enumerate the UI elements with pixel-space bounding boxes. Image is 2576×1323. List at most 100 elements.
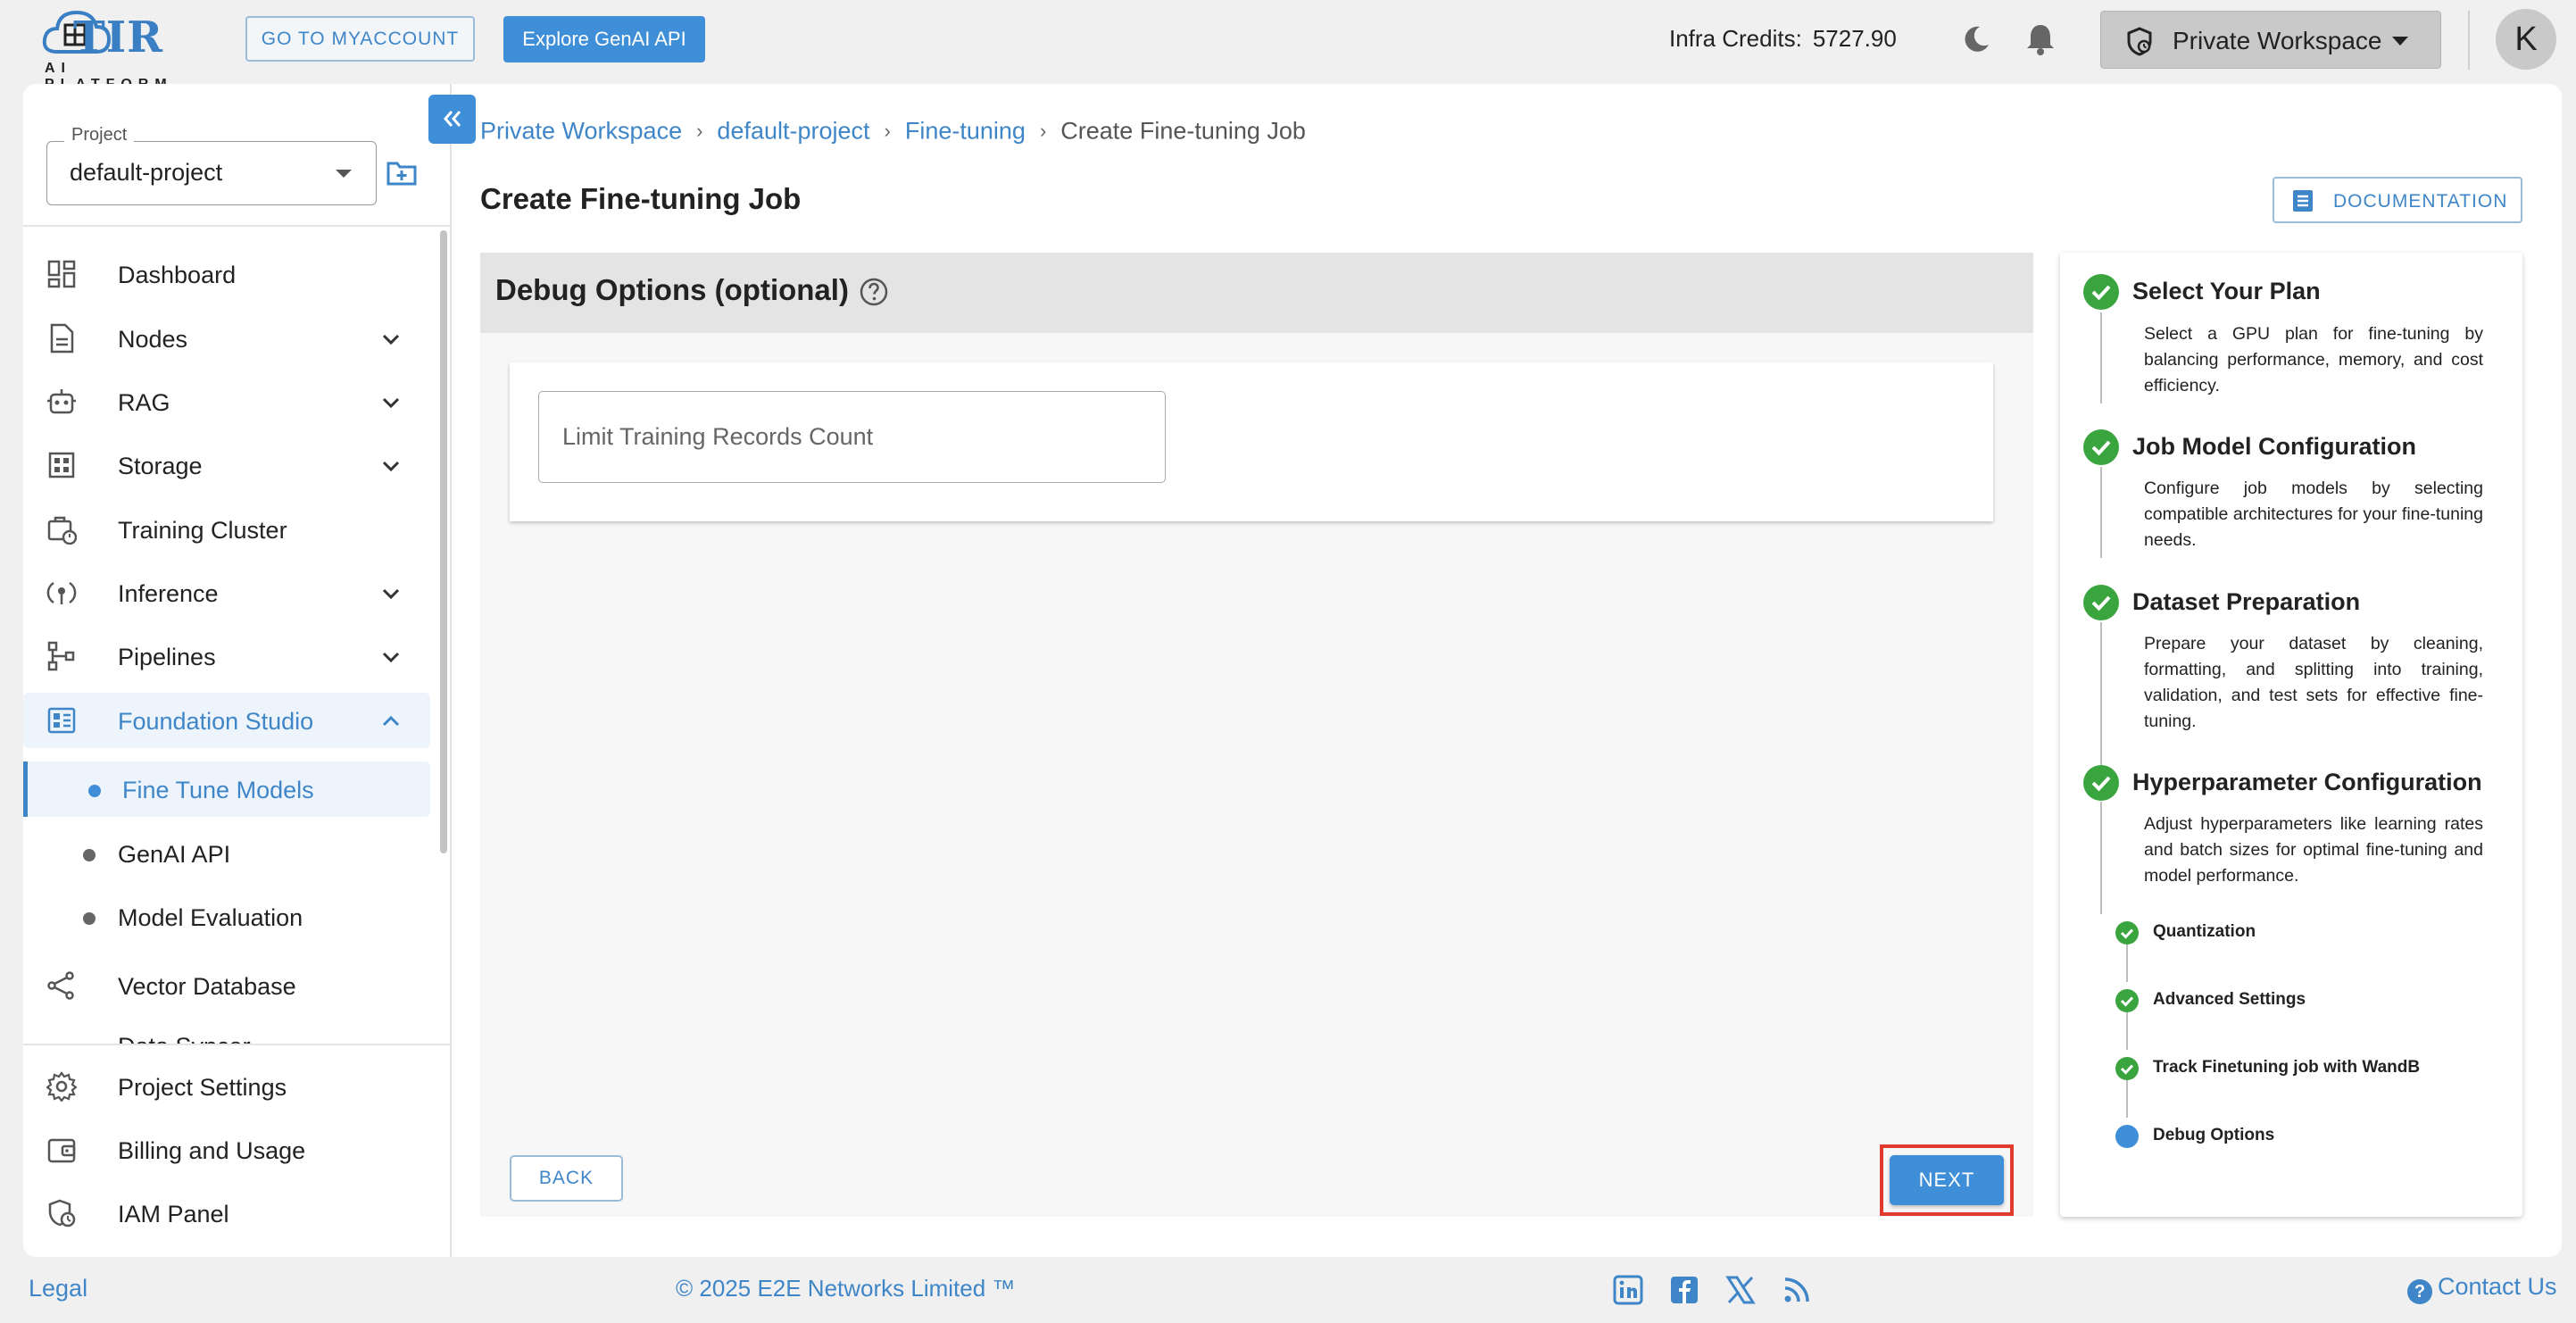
sidebar-item-data-syncer[interactable]: Data Syncer	[23, 1027, 430, 1044]
workspace-icon	[2127, 27, 2152, 56]
back-button[interactable]: BACK	[510, 1155, 623, 1202]
step-complete-icon	[2083, 429, 2119, 465]
sidebar-subitem-label: Model Evaluation	[118, 904, 303, 931]
credits-label: Infra Credits:	[1669, 25, 1802, 52]
wallet-icon	[47, 1138, 76, 1163]
step-complete-icon	[2083, 585, 2119, 620]
stepper-connector	[2100, 622, 2102, 765]
sidebar-item-label: Vector Database	[118, 973, 296, 1000]
bullet-icon	[83, 849, 96, 861]
limit-training-records-input[interactable]	[538, 391, 1166, 483]
stepper-connector	[2126, 944, 2128, 982]
moon-icon[interactable]	[1960, 23, 1992, 55]
substep-label: Debug Options	[2153, 1126, 2275, 1144]
substep-current-icon	[2115, 1125, 2139, 1148]
sidebar-item-billing-and-usage[interactable]: Billing and Usage	[23, 1122, 430, 1177]
breadcrumb-current: Create Fine-tuning Job	[1060, 117, 1306, 145]
step-title: Hyperparameter Configuration	[2132, 769, 2482, 795]
robot-icon	[47, 389, 76, 414]
sidebar-item-label: Nodes	[118, 326, 188, 353]
project-label: Project	[64, 125, 135, 146]
breadcrumb-separator: ›	[696, 119, 703, 142]
sidebar-item-label: Storage	[118, 453, 203, 479]
bullet-icon	[88, 785, 101, 797]
project-value: default-project	[70, 159, 223, 186]
sidebar-border	[450, 84, 452, 1257]
chevron-down-icon	[382, 652, 400, 663]
help-icon[interactable]	[859, 277, 889, 307]
pipeline-icon	[47, 641, 75, 671]
step-title: Dataset Preparation	[2132, 588, 2361, 615]
substep-complete-icon	[2115, 989, 2139, 1012]
dashboard-icon	[47, 260, 76, 288]
workspace-label: Private Workspace	[2173, 27, 2382, 54]
step-description: Configure job models by selecting compat…	[2144, 478, 2483, 550]
breadcrumb-private-workspace[interactable]: Private Workspace	[480, 117, 682, 144]
step-description: Select a GPU plan for fine-tuning by bal…	[2144, 324, 2483, 395]
x-icon[interactable]	[1725, 1275, 1756, 1305]
chevron-down-icon	[382, 334, 400, 345]
bullet-icon	[83, 912, 96, 925]
sidebar-subitem-label: Fine Tune Models	[122, 777, 314, 803]
header-divider	[2468, 11, 2470, 70]
sidebar-item-inference[interactable]: Inference	[23, 565, 430, 620]
workspace-selector[interactable]: Private Workspace	[2100, 11, 2441, 69]
sidebar-item-training-cluster[interactable]: Training Cluster	[23, 502, 430, 557]
contact-us-link[interactable]: ? Contact Us	[2407, 1273, 2557, 1304]
contact-label: Contact Us	[2438, 1273, 2557, 1300]
bell-icon[interactable]	[2023, 21, 2057, 57]
chevron-down-icon	[336, 170, 352, 178]
chevron-down-icon	[382, 588, 400, 600]
sidebar-item-label: Dashboard	[118, 262, 237, 288]
sidebar-scrollbar[interactable]	[440, 230, 447, 853]
collapse-sidebar-button[interactable]	[428, 95, 476, 144]
step-complete-icon	[2083, 274, 2119, 310]
credits-value: 5727.90	[1812, 25, 1897, 52]
inference-icon	[46, 581, 77, 604]
sidebar-item-dashboard[interactable]: Dashboard	[23, 246, 430, 302]
copyright-text: © 2025 E2E Networks Limited ™	[676, 1275, 1016, 1302]
chevron-up-icon	[382, 715, 400, 727]
sidebar-divider	[23, 1044, 450, 1045]
avatar[interactable]: K	[2496, 9, 2556, 70]
breadcrumb-fine-tuning[interactable]: Fine-tuning	[905, 117, 1026, 144]
sidebar-item-label: Foundation Studio	[118, 708, 314, 735]
go-to-myaccount-button[interactable]: GO TO MYACCOUNT	[245, 16, 475, 62]
add-folder-icon[interactable]	[386, 159, 418, 187]
substep-label: Track Finetuning job with WandB	[2153, 1058, 2421, 1077]
iam-icon	[48, 1199, 76, 1227]
breadcrumb: Private Workspace › default-project › Fine-t…	[480, 116, 1306, 145]
rss-icon[interactable]	[1782, 1275, 1812, 1305]
sidebar-item-pipelines[interactable]: Pipelines	[23, 628, 430, 684]
sidebar-item-project-settings[interactable]: Project Settings	[23, 1059, 430, 1114]
explore-genai-api-button[interactable]: Explore GenAI API	[503, 16, 705, 62]
sidebar-item-rag[interactable]: RAG	[23, 374, 430, 429]
sidebar-item-label: RAG	[118, 389, 170, 416]
sidebar-subitem-fine-tune-models[interactable]: Fine Tune Models	[23, 761, 430, 817]
sidebar-item-nodes[interactable]: Nodes	[23, 311, 430, 366]
facebook-icon[interactable]	[1669, 1275, 1699, 1305]
page-title: Create Fine-tuning Job	[480, 182, 802, 215]
next-button[interactable]: NEXT	[1890, 1155, 2004, 1205]
stepper-connector	[2126, 1080, 2128, 1118]
linkedin-icon[interactable]	[1613, 1275, 1643, 1305]
help-circle-icon: ?	[2407, 1279, 2432, 1304]
tir-logo[interactable]: TIR AI PLATFORM	[41, 7, 202, 92]
sidebar-subitem-model-evaluation[interactable]: Model Evaluation	[23, 889, 430, 944]
breadcrumb-default-project[interactable]: default-project	[717, 117, 869, 144]
sidebar-item-foundation-studio[interactable]: Foundation Studio	[23, 693, 430, 748]
sidebar-item-vector-database[interactable]: Vector Database	[23, 958, 430, 1013]
chevron-down-icon	[382, 461, 400, 472]
sidebar-item-iam-panel[interactable]: IAM Panel	[23, 1186, 430, 1241]
substep-complete-icon	[2115, 921, 2139, 944]
sidebar-item-storage[interactable]: Storage	[23, 437, 430, 493]
documentation-button[interactable]: DOCUMENTATION	[2273, 177, 2522, 223]
substep-label: Advanced Settings	[2153, 990, 2306, 1009]
document-icon	[50, 323, 74, 354]
sidebar-subitem-genai-api[interactable]: GenAI API	[23, 826, 430, 881]
sidebar-item-label: Inference	[118, 580, 219, 607]
gear-icon	[46, 1071, 77, 1102]
substep-label: Quantization	[2153, 922, 2256, 941]
double-chevron-left-icon	[443, 111, 461, 127]
legal-link[interactable]: Legal	[29, 1275, 87, 1302]
